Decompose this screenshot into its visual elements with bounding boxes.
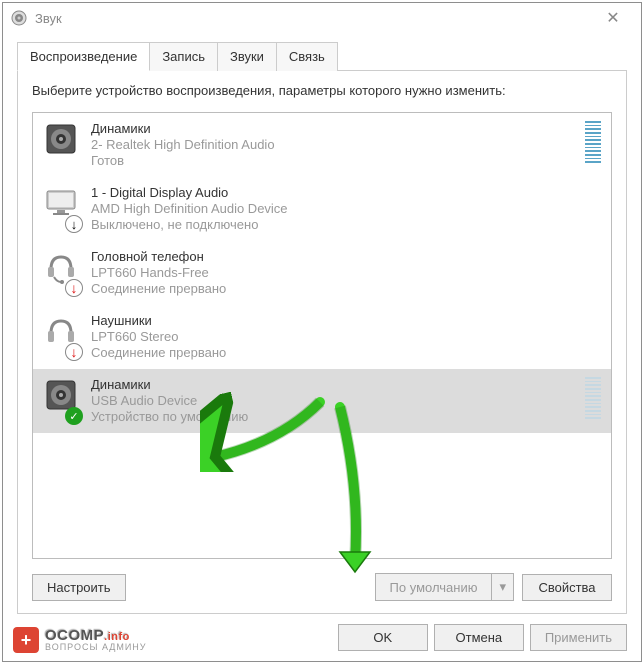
monitor-icon: ↓ (43, 185, 83, 233)
list-buttons-row: Настроить По умолчанию ▾ Свойства (32, 573, 612, 601)
speaker-icon: ✓ (43, 377, 83, 425)
error-icon: ↓ (65, 279, 83, 297)
configure-button[interactable]: Настроить (32, 574, 126, 601)
set-default-label: По умолчанию (376, 575, 492, 600)
sound-icon (11, 10, 27, 26)
close-button[interactable]: ✕ (593, 4, 633, 32)
watermark-main: OCOMP.info (45, 628, 147, 643)
device-desc: LPT660 Hands-Free (91, 265, 601, 280)
level-meter (585, 121, 601, 163)
ok-button[interactable]: OK (338, 624, 428, 651)
device-desc: USB Audio Device (91, 393, 579, 408)
device-name: Наушники (91, 313, 601, 328)
device-text: НаушникиLPT660 StereoСоединение прервано (91, 313, 601, 360)
headphone-icon: ↓ (43, 313, 83, 361)
window-title: Звук (35, 11, 593, 26)
playback-tab-body: Выберите устройство воспроизведения, пар… (17, 71, 627, 614)
device-name: 1 - Digital Display Audio (91, 185, 601, 200)
device-text: Головной телефонLPT660 Hands-FreeСоедине… (91, 249, 601, 296)
headset-icon: ↓ (43, 249, 83, 297)
device-text: ДинамикиUSB Audio DeviceУстройство по ум… (91, 377, 579, 424)
error-icon: ↓ (65, 343, 83, 361)
device-status: Выключено, не подключено (91, 217, 601, 232)
device-text: 1 - Digital Display AudioAMD High Defini… (91, 185, 601, 232)
device-item[interactable]: ↓ Головной телефонLPT660 Hands-FreeСоедин… (33, 241, 611, 305)
tab-0[interactable]: Воспроизведение (17, 42, 150, 71)
device-list[interactable]: Динамики2- Realtek High Definition Audio… (32, 112, 612, 559)
dialog-footer: + OCOMP.info ВОПРОСЫ АДМИНУ OK Отмена Пр… (3, 614, 641, 661)
tab-bar: ВоспроизведениеЗаписьЗвукиСвязь (17, 41, 627, 71)
device-status: Соединение прервано (91, 281, 601, 296)
device-name: Динамики (91, 121, 579, 136)
speaker-icon (43, 121, 83, 169)
device-status: Устройство по умолчанию (91, 409, 579, 424)
tab-1[interactable]: Запись (149, 42, 218, 71)
device-status: Соединение прервано (91, 345, 601, 360)
device-name: Головной телефон (91, 249, 601, 264)
level-meter (585, 377, 601, 419)
watermark-sub: ВОПРОСЫ АДМИНУ (45, 643, 147, 652)
tab-3[interactable]: Связь (276, 42, 338, 71)
device-name: Динамики (91, 377, 579, 392)
check-icon: ✓ (65, 407, 83, 425)
arrow-down-icon: ↓ (65, 215, 83, 233)
dialog-content: ВоспроизведениеЗаписьЗвукиСвязь Выберите… (3, 33, 641, 614)
device-status: Готов (91, 153, 579, 168)
device-item[interactable]: ↓ 1 - Digital Display AudioAMD High Defin… (33, 177, 611, 241)
titlebar: Звук ✕ (3, 3, 641, 33)
device-text: Динамики2- Realtek High Definition Audio… (91, 121, 579, 168)
device-desc: AMD High Definition Audio Device (91, 201, 601, 216)
apply-button[interactable]: Применить (530, 624, 627, 651)
instruction-text: Выберите устройство воспроизведения, пар… (32, 83, 612, 98)
device-desc: LPT660 Stereo (91, 329, 601, 344)
set-default-button[interactable]: По умолчанию ▾ (375, 573, 514, 601)
tab-2[interactable]: Звуки (217, 42, 277, 71)
device-desc: 2- Realtek High Definition Audio (91, 137, 579, 152)
properties-button[interactable]: Свойства (522, 574, 612, 601)
device-item[interactable]: ✓ ДинамикиUSB Audio DeviceУстройство по у… (33, 369, 611, 433)
watermark-icon: + (13, 627, 39, 653)
device-item[interactable]: Динамики2- Realtek High Definition Audio… (33, 113, 611, 177)
cancel-button[interactable]: Отмена (434, 624, 524, 651)
device-item[interactable]: ↓ НаушникиLPT660 StereoСоединение прерван… (33, 305, 611, 369)
chevron-down-icon[interactable]: ▾ (491, 574, 513, 600)
watermark: + OCOMP.info ВОПРОСЫ АДМИНУ (13, 627, 147, 653)
sound-dialog: Звук ✕ ВоспроизведениеЗаписьЗвукиСвязь В… (2, 2, 642, 662)
